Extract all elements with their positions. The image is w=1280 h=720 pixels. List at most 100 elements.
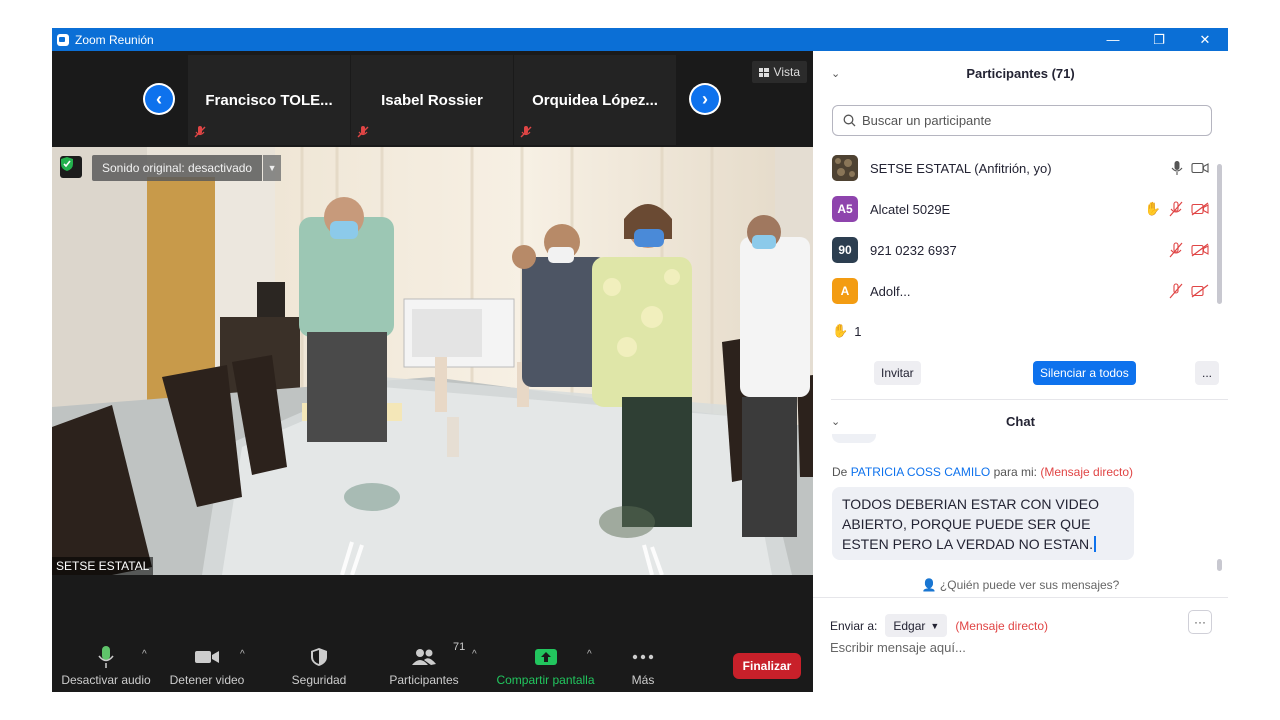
participant-name: SETSE ESTATAL (Anfitrión, yo)	[870, 160, 1052, 176]
prev-page-button[interactable]: ‹	[143, 83, 175, 115]
invite-button[interactable]: Invitar	[874, 361, 921, 385]
title-bar: Zoom Reunión — ❐ ✕	[52, 28, 1228, 51]
participant-row[interactable]: A Adolf...	[813, 271, 1217, 308]
who-can-see-link[interactable]: 👤 ¿Quién puede ver sus mensajes?	[813, 578, 1228, 592]
video-tile[interactable]: Orquidea López...	[514, 55, 676, 145]
original-sound-control[interactable]: Sonido original: desactivado ▼	[92, 155, 282, 181]
participants-button[interactable]: 71 Participantes	[385, 639, 465, 692]
mute-audio-button[interactable]: Desactivar audio	[61, 639, 151, 692]
chevron-left-icon: ‹	[145, 85, 173, 113]
microphone-icon[interactable]	[1171, 160, 1183, 176]
participant-strip: ‹ Francisco TOLE... Isabel Rossier Orqui…	[52, 51, 813, 147]
chevron-down-icon[interactable]: ▼	[263, 155, 282, 181]
chat-message-meta: De PATRICIA COSS CAMILO para mi: (Mensaj…	[832, 465, 1133, 479]
avatar: 90	[832, 237, 858, 263]
previous-message-bubble	[832, 434, 876, 443]
zoom-window: Zoom Reunión — ❐ ✕ ‹ Francisco TOLE... I…	[52, 28, 1228, 692]
more-button[interactable]: Más	[618, 639, 668, 692]
audio-options-caret[interactable]: ^	[142, 649, 147, 660]
encryption-shield-icon[interactable]	[60, 156, 82, 178]
participants-header: ⌄ Participantes (71)	[813, 51, 1228, 95]
participants-icon: 71	[411, 641, 465, 671]
stop-video-button[interactable]: Detener video	[167, 639, 247, 692]
security-button[interactable]: Seguridad	[284, 639, 354, 692]
speaker-name-label: SETSE ESTATAL	[52, 557, 154, 575]
message-sender[interactable]: PATRICIA COSS CAMILO	[851, 465, 991, 479]
chat-title: Chat	[1006, 413, 1035, 429]
chat-scrollbar[interactable]	[1217, 559, 1222, 571]
security-label: Seguridad	[291, 673, 347, 687]
chevron-down-icon: ▼	[930, 620, 940, 631]
view-button[interactable]: Vista	[751, 61, 807, 83]
participant-row[interactable]: A5 Alcatel 5029E ✋	[813, 189, 1217, 229]
recipient-value: Edgar	[893, 618, 926, 633]
mic-muted-icon[interactable]	[1169, 242, 1183, 258]
video-off-icon[interactable]	[1191, 243, 1209, 257]
stop-video-label: Detener video	[169, 673, 245, 687]
restore-button[interactable]: ❐	[1136, 28, 1182, 51]
video-tile[interactable]: Isabel Rossier	[351, 55, 513, 145]
participant-row[interactable]: 90 921 0232 6937	[813, 230, 1217, 270]
chat-message-text: TODOS DEBERIAN ESTAR CON VIDEO ABIERTO, …	[842, 496, 1099, 552]
ellipsis-icon	[632, 643, 654, 671]
original-sound-label[interactable]: Sonido original: desactivado	[92, 155, 263, 181]
meeting-toolbar: Desactivar audio ^ Detener video ^ Segur…	[52, 639, 813, 692]
minimize-button[interactable]: —	[1090, 28, 1136, 51]
share-options-caret[interactable]: ^	[587, 649, 592, 660]
avatar: A5	[832, 196, 858, 222]
raised-hand-icon: ✋	[832, 323, 849, 338]
direct-message-tag: (Mensaje directo)	[1040, 465, 1134, 479]
participant-search[interactable]	[832, 105, 1212, 136]
video-off-icon[interactable]	[1191, 284, 1209, 298]
mute-all-button[interactable]: Silenciar a todos	[1033, 361, 1136, 385]
chevron-down-icon[interactable]: ⌄	[831, 67, 840, 80]
mic-muted-icon	[357, 126, 369, 138]
participant-name: Adolf...	[870, 283, 911, 299]
participants-label: Participantes	[389, 673, 459, 687]
window-title: Zoom Reunión	[75, 32, 154, 47]
share-screen-icon	[534, 643, 558, 671]
participant-row[interactable]: SETSE ESTATAL (Anfitrión, yo)	[813, 148, 1217, 188]
chat-compose-input[interactable]	[830, 640, 1200, 655]
mic-muted-icon[interactable]	[1169, 201, 1183, 217]
chevron-right-icon: ›	[691, 85, 719, 113]
video-camera-icon[interactable]	[1191, 162, 1209, 174]
participants-title: Participantes (71)	[966, 65, 1075, 81]
close-window-button[interactable]: ✕	[1182, 28, 1228, 51]
video-options-caret[interactable]: ^	[240, 649, 245, 660]
participant-list: SETSE ESTATAL (Anfitrión, yo) A5 Alcatel…	[813, 148, 1217, 308]
participants-options-caret[interactable]: ^	[472, 649, 477, 660]
who-can-see-text: ¿Quién puede ver sus mensajes?	[939, 578, 1120, 592]
video-tile[interactable]: Francisco TOLE...	[188, 55, 350, 145]
zoom-logo-icon	[57, 33, 69, 46]
mic-muted-icon	[520, 126, 532, 138]
text-selection-caret	[1094, 536, 1097, 552]
share-screen-label: Compartir pantalla	[496, 673, 595, 687]
tile-name: Francisco TOLE...	[205, 91, 333, 109]
mic-muted-icon[interactable]	[1169, 283, 1183, 299]
raised-hands-count: 1	[854, 323, 862, 339]
send-to-label: Enviar a:	[830, 618, 878, 633]
chat-message-bubble: TODOS DEBERIAN ESTAR CON VIDEO ABIERTO, …	[832, 487, 1134, 560]
participants-more-button[interactable]: ...	[1195, 361, 1219, 385]
recipient-select[interactable]: Edgar ▼	[885, 614, 948, 637]
video-off-icon[interactable]	[1191, 202, 1209, 216]
more-label: Más	[631, 673, 655, 687]
raised-hand-icon: ✋	[1144, 201, 1161, 216]
mic-muted-icon	[194, 126, 206, 138]
chat-more-button[interactable]: ···	[1188, 610, 1212, 634]
chevron-down-icon[interactable]: ⌄	[831, 415, 840, 428]
active-speaker-video: Sonido original: desactivado ▼ SETSE EST…	[52, 147, 813, 575]
end-meeting-button[interactable]: Finalizar	[733, 653, 801, 679]
raised-hands-summary: ✋ 1	[832, 323, 861, 339]
search-input[interactable]	[862, 113, 1192, 128]
participant-list-scrollbar[interactable]	[1217, 164, 1222, 304]
grid-icon	[758, 67, 769, 77]
send-to-row: Enviar a: Edgar ▼ (Mensaje directo)	[830, 614, 1048, 637]
tile-name: Orquidea López...	[532, 91, 658, 109]
share-screen-button[interactable]: Compartir pantalla	[492, 639, 599, 692]
search-icon	[843, 114, 856, 127]
avatar	[832, 155, 858, 181]
tile-name: Isabel Rossier	[381, 91, 483, 109]
next-page-button[interactable]: ›	[689, 83, 721, 115]
